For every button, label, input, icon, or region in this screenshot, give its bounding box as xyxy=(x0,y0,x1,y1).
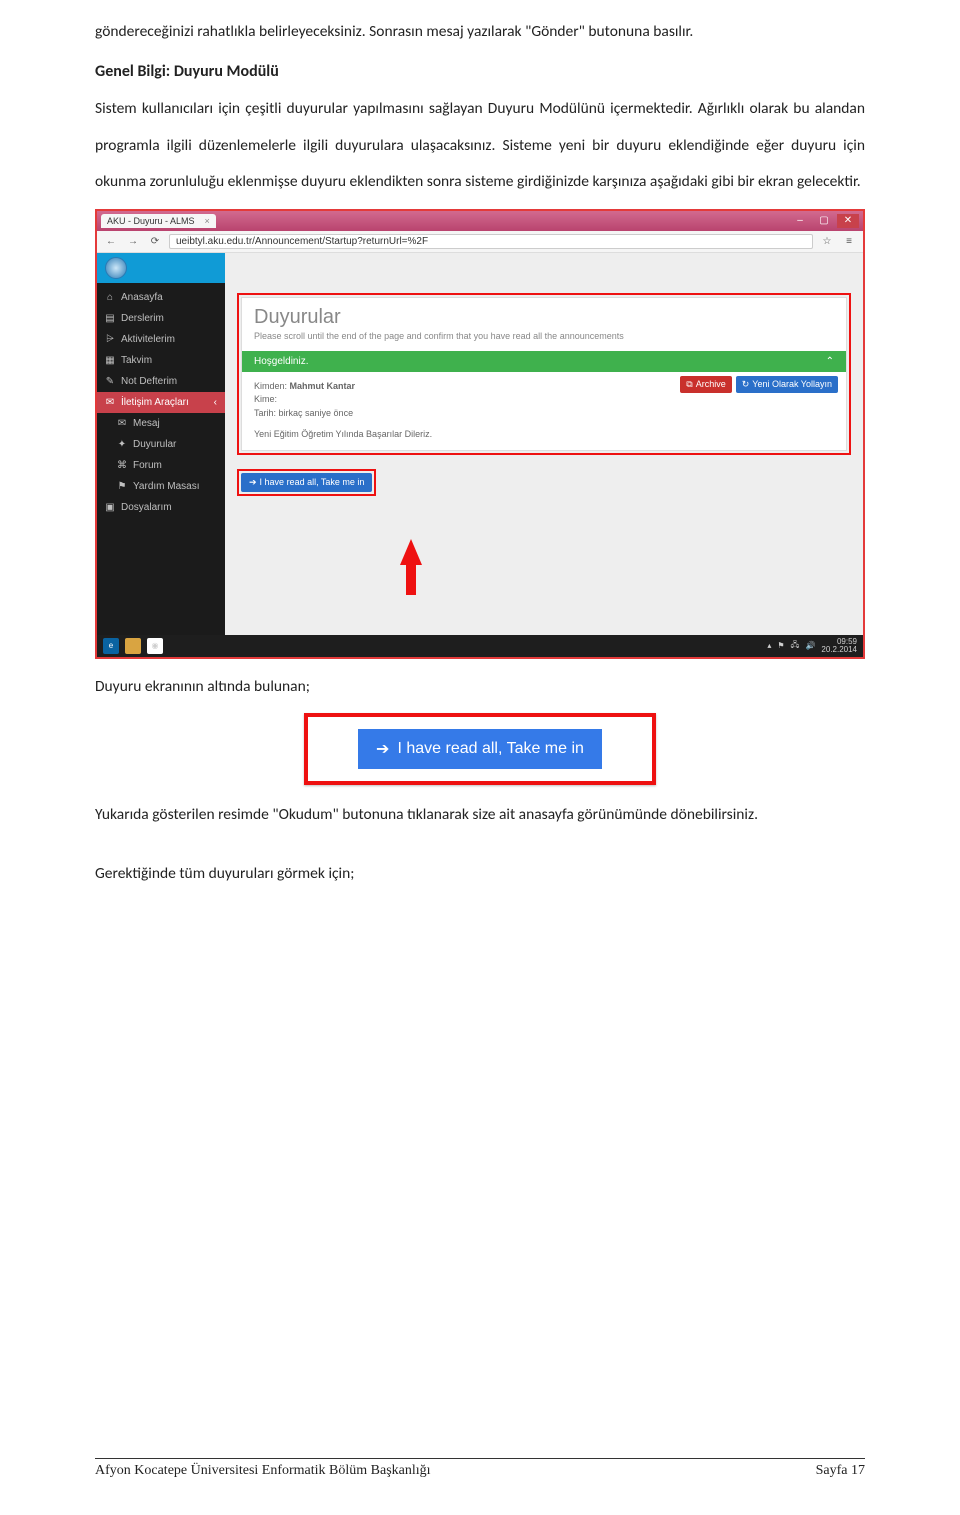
megaphone-icon: ✦ xyxy=(117,439,127,450)
highlighted-announcement-card: Duyurular Please scroll until the end of… xyxy=(237,293,851,455)
sidebar-item-label: Yardım Masası xyxy=(133,481,200,492)
window-close-icon[interactable]: ✕ xyxy=(837,214,859,228)
button-label: I have read all, Take me in xyxy=(397,740,583,758)
taskbar-explorer-icon[interactable] xyxy=(125,638,141,654)
sidebar-item-yardim[interactable]: ⚑ Yardım Masası xyxy=(97,476,225,497)
clock-date: 20.2.2014 xyxy=(821,645,857,654)
archive-button[interactable]: ⧉ Archive xyxy=(680,376,731,394)
sidebar-item-label: Anasayfa xyxy=(121,292,163,303)
page-footer: Afyon Kocatepe Üniversitesi Enformatik B… xyxy=(95,1458,865,1479)
book-icon: ▤ xyxy=(105,313,115,324)
home-icon: ⌂ xyxy=(105,292,115,303)
paragraph-2: Sistem kullanıcıları için çeşitli duyuru… xyxy=(95,91,865,200)
sidebar-item-iletisim[interactable]: ✉ İletişim Araçları ‹ xyxy=(97,392,225,413)
address-bar: ← → ⟳ ueibtyl.aku.edu.tr/Announcement/St… xyxy=(97,231,863,253)
sidebar-item-label: Forum xyxy=(133,460,162,471)
sidebar-item-derslerim[interactable]: ▤ Derslerim xyxy=(97,308,225,329)
sidebar: ⌂ Anasayfa ▤ Derslerim ⩥ Aktivitelerim ▦ Tak… xyxy=(97,253,225,635)
arrow-right-icon: ➔ xyxy=(249,477,257,488)
paragraph-5: Gerektiğinde tüm duyuruları görmek için; xyxy=(95,856,865,892)
url-field[interactable]: ueibtyl.aku.edu.tr/Announcement/Startup?… xyxy=(169,234,813,249)
date-label: Tarih: xyxy=(254,408,276,418)
tab-title: AKU - Duyuru - ALMS xyxy=(107,216,195,226)
envelope-icon: ✉ xyxy=(117,418,127,429)
from-value: Mahmut Kantar xyxy=(290,381,356,391)
sidebar-item-label: Mesaj xyxy=(133,418,160,429)
refresh-icon: ↻ xyxy=(742,378,750,392)
sidebar-item-takvim[interactable]: ▦ Takvim xyxy=(97,350,225,371)
date-value: birkaç saniye önce xyxy=(279,408,354,418)
chevron-left-icon: ‹ xyxy=(214,397,217,408)
highlighted-read-all: ➔ I have read all, Take me in xyxy=(237,469,376,496)
chevron-up-icon[interactable]: ⌃ xyxy=(826,356,834,367)
sidebar-item-label: Derslerim xyxy=(121,313,164,324)
paragraph-3: Duyuru ekranının altında bulunan; xyxy=(95,669,865,705)
to-label: Kime: xyxy=(254,393,834,407)
sidebar-item-not-defterim[interactable]: ✎ Not Defterim xyxy=(97,371,225,392)
announcement-body: ⧉ Archive ↻Yeni Olarak Yollayın Kimden: M… xyxy=(242,372,846,450)
nav-forward-icon[interactable]: → xyxy=(125,233,141,249)
calendar-icon: ▦ xyxy=(105,355,115,366)
from-label: Kimden: xyxy=(254,381,287,391)
tray-volume-icon[interactable]: 🔊 xyxy=(805,641,815,650)
taskbar-ie-icon[interactable]: e xyxy=(103,638,119,654)
card-title: Duyurular xyxy=(242,298,846,331)
sidebar-item-dosyalarim[interactable]: ▣ Dosyalarım xyxy=(97,497,225,518)
resend-button[interactable]: ↻Yeni Olarak Yollayın xyxy=(736,376,838,394)
screenshot-browser: AKU - Duyuru - ALMS × – ▢ ✕ ← → ⟳ ueibty… xyxy=(95,209,865,659)
app-logo[interactable] xyxy=(105,257,127,279)
arrow-right-icon: ➔ xyxy=(376,739,389,759)
footer-right: Sayfa 17 xyxy=(816,1463,865,1479)
star-icon[interactable]: ☆ xyxy=(819,233,835,249)
card-subtitle: Please scroll until the end of the page … xyxy=(242,331,846,351)
annotation-arrow-icon xyxy=(400,539,422,565)
tray-clock[interactable]: 09:59 20.2.2014 xyxy=(821,638,857,654)
sidebar-item-label: Not Defterim xyxy=(121,376,177,387)
sidebar-item-label: Duyurular xyxy=(133,439,176,450)
browser-tab[interactable]: AKU - Duyuru - ALMS × xyxy=(101,214,216,228)
sidebar-item-forum[interactable]: ⌘ Forum xyxy=(97,455,225,476)
window-minimize-icon[interactable]: – xyxy=(789,214,811,228)
section-heading: Genel Bilgi: Duyuru Modülü xyxy=(95,62,865,81)
sidebar-item-label: İletişim Araçları xyxy=(121,397,189,408)
sidebar-item-duyurular[interactable]: ✦ Duyurular xyxy=(97,434,225,455)
announcement-message: Yeni Eğitim Öğretim Yılında Başarılar Di… xyxy=(254,428,834,442)
tray-network-icon[interactable]: 🖧 xyxy=(791,639,800,653)
announcement-header: Hoşgeldiniz. ⌃ xyxy=(242,351,846,372)
taskbar-chrome-icon[interactable]: ◉ xyxy=(147,638,163,654)
announcement-header-text: Hoşgeldiniz. xyxy=(254,356,308,367)
tray-up-icon[interactable]: ▴ xyxy=(767,641,771,650)
tray-flag-icon[interactable]: ⚑ xyxy=(777,641,784,650)
footer-left: Afyon Kocatepe Üniversitesi Enformatik B… xyxy=(95,1463,431,1479)
sidebar-item-mesaj[interactable]: ✉ Mesaj xyxy=(97,413,225,434)
browser-titlebar: AKU - Duyuru - ALMS × – ▢ ✕ xyxy=(97,211,863,231)
folder-icon: ▣ xyxy=(105,502,115,513)
button-label: Archive xyxy=(696,378,726,392)
button-label: Yeni Olarak Yollayın xyxy=(752,378,832,392)
window-maximize-icon[interactable]: ▢ xyxy=(813,214,835,228)
paragraph-4: Yukarıda gösterilen resimde "Okudum" but… xyxy=(95,797,865,833)
sidebar-item-label: Dosyalarım xyxy=(121,502,172,513)
mail-icon: ✉ xyxy=(105,397,115,408)
sidebar-item-label: Takvim xyxy=(121,355,152,366)
screenshot-button-crop: ➔ I have read all, Take me in xyxy=(304,713,656,785)
read-all-button-large[interactable]: ➔ I have read all, Take me in xyxy=(358,729,602,769)
flag-icon: ⚑ xyxy=(117,481,127,492)
content-area: Duyurular Please scroll until the end of… xyxy=(225,253,863,635)
nav-back-icon[interactable]: ← xyxy=(103,233,119,249)
paragraph-1: göndereceğinizi rahatlıkla belirleyeceks… xyxy=(95,14,865,50)
sidebar-item-anasayfa[interactable]: ⌂ Anasayfa xyxy=(97,287,225,308)
archive-icon: ⧉ xyxy=(686,378,692,392)
sidebar-item-aktivitelerim[interactable]: ⩥ Aktivitelerim xyxy=(97,329,225,350)
read-all-button[interactable]: ➔ I have read all, Take me in xyxy=(241,473,372,492)
tab-close-icon[interactable]: × xyxy=(205,216,210,226)
menu-icon[interactable]: ≡ xyxy=(841,233,857,249)
pencil-icon: ✎ xyxy=(105,376,115,387)
button-label: I have read all, Take me in xyxy=(260,477,365,487)
chart-icon: ⩥ xyxy=(105,334,115,345)
sidebar-item-label: Aktivitelerim xyxy=(121,334,175,345)
taskbar: e ◉ ▴ ⚑ 🖧 🔊 09:59 20.2.2014 xyxy=(97,635,863,657)
reload-icon[interactable]: ⟳ xyxy=(147,233,163,249)
forum-icon: ⌘ xyxy=(117,460,127,471)
